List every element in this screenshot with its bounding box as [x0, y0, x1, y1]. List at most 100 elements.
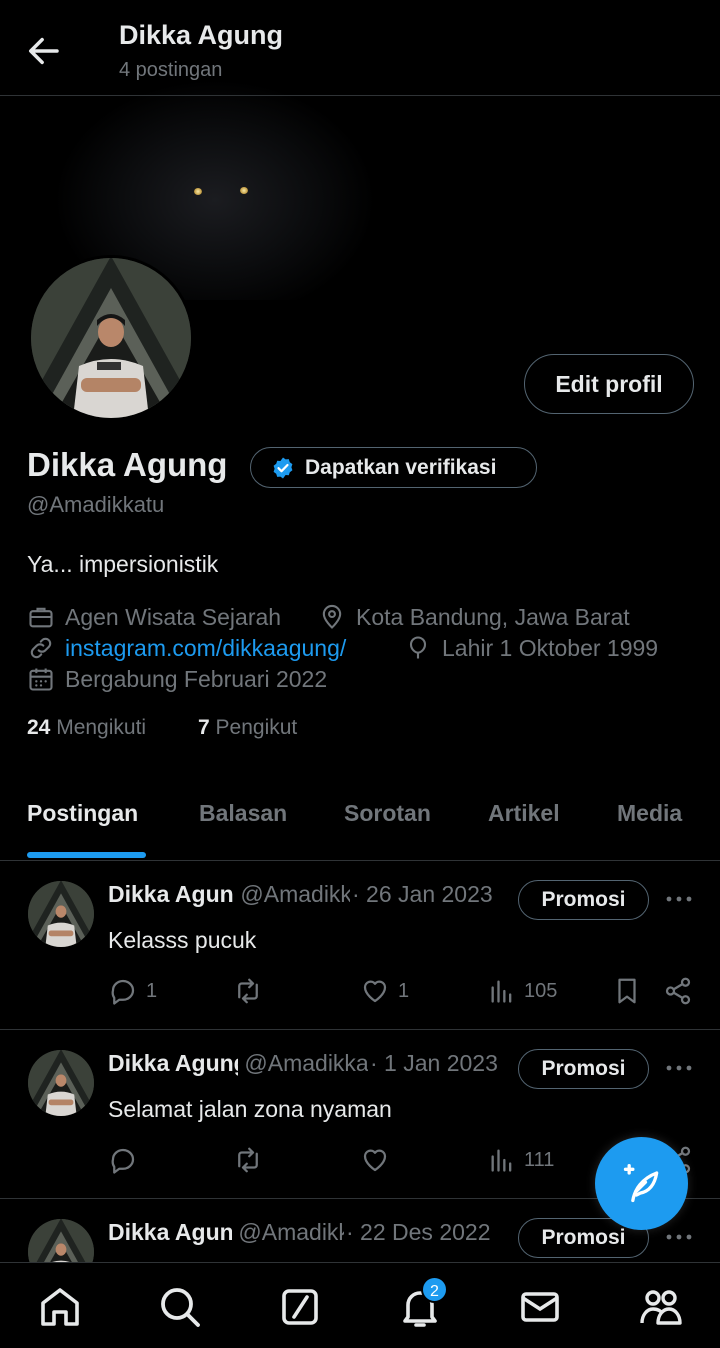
birthday-text: Lahir 1 Oktober 1999 [442, 634, 659, 661]
profile-joined: Bergabung Februari 2022 [27, 665, 327, 693]
post-item[interactable]: Dikka Agung @Amadikkatu · 26 Jan 2023 Pr… [0, 861, 720, 1030]
arrow-left-icon [29, 37, 59, 65]
profile-birthday: Lahir 1 Oktober 1999 [404, 634, 658, 662]
back-button[interactable] [22, 30, 64, 72]
reply-button[interactable] [108, 1145, 146, 1175]
tab-replies[interactable]: Balasan [199, 800, 287, 827]
following-label: Mengikuti [56, 716, 147, 739]
compose-feather-icon [623, 1163, 658, 1202]
repost-button[interactable] [232, 1145, 272, 1175]
views-button[interactable]: 105 [488, 976, 557, 1006]
nav-grok[interactable] [276, 1283, 324, 1331]
more-dots-icon [666, 1065, 692, 1071]
location-text: Kota Bandung, Jawa Barat [356, 603, 630, 630]
followers-label: Pengikut [215, 716, 298, 739]
location-pin-icon [322, 604, 342, 629]
edit-profile-button[interactable]: Edit profil [524, 354, 694, 414]
profile-website[interactable]: instagram.com/dikkaagung/ [27, 634, 346, 662]
profile-name: Dikka Agung [27, 446, 228, 483]
more-options-button[interactable] [664, 1225, 694, 1249]
profile-handle: @Amadikkatu [27, 492, 165, 517]
post-author-handle: @Amadikkatu [244, 1050, 388, 1076]
nav-messages[interactable] [516, 1283, 564, 1331]
notifications-badge: 2 [421, 1276, 448, 1303]
bottom-navigation [0, 1262, 720, 1348]
verified-badge-icon [273, 457, 293, 478]
more-dots-icon [666, 1234, 692, 1240]
nav-home[interactable] [36, 1283, 84, 1331]
post-avatar[interactable] [28, 881, 94, 947]
tab-media[interactable]: Media [617, 800, 682, 827]
grok-icon [282, 1289, 318, 1325]
reply-count: 1 [146, 979, 158, 1002]
promote-button[interactable]: Promosi [518, 1049, 649, 1089]
website-link[interactable]: instagram.com/dikkaagung/ [65, 635, 346, 662]
communities-icon [640, 1290, 682, 1325]
views-button[interactable]: 111 [488, 1145, 554, 1175]
following-count: 24 [27, 716, 51, 739]
tab-articles[interactable]: Artikel [488, 800, 560, 827]
post-date: · 22 Des 2022 [344, 1219, 491, 1246]
more-options-button[interactable] [664, 887, 694, 911]
share-icon [665, 977, 691, 1005]
repost-icon [238, 978, 258, 1004]
wolf-eye-right [240, 187, 248, 194]
heart-icon [363, 980, 387, 1003]
like-count: 1 [398, 979, 410, 1002]
nav-communities[interactable] [637, 1283, 685, 1331]
post-avatar[interactable] [28, 1219, 94, 1262]
repost-button[interactable] [232, 976, 272, 1006]
views-count: 105 [524, 979, 558, 1002]
reply-button[interactable]: 1 [108, 976, 157, 1006]
promote-button[interactable]: Promosi [518, 880, 649, 920]
following-link[interactable]: 24 Mengikuti [27, 716, 146, 740]
profile-tabs: Postingan Balasan Sorotan Artikel Media [0, 780, 720, 861]
calendar-icon [29, 668, 53, 691]
followers-link[interactable]: 7 Pengikut [198, 716, 297, 740]
like-button[interactable] [360, 1145, 398, 1175]
post-date: · 26 Jan 2023 [350, 881, 493, 908]
more-options-button[interactable] [664, 1056, 694, 1080]
home-icon [41, 1288, 79, 1326]
views-count: 111 [524, 1148, 555, 1171]
tab-highlights[interactable]: Sorotan [344, 800, 431, 827]
joined-text: Bergabung Februari 2022 [65, 665, 328, 692]
active-tab-indicator [27, 852, 146, 858]
top-bar: Dikka Agung 4 postingan [0, 0, 720, 96]
nav-search[interactable] [156, 1283, 204, 1331]
search-icon [161, 1288, 200, 1327]
post-text: Kelasss pucuk [108, 927, 257, 953]
profile-avatar[interactable] [28, 255, 194, 421]
compose-post-button[interactable] [595, 1137, 688, 1230]
reply-icon [111, 1148, 135, 1174]
post-author-name: Dikka Agung [108, 1219, 232, 1245]
heart-icon [363, 1149, 387, 1172]
bookmark-button[interactable] [612, 976, 642, 1006]
more-dots-icon [666, 896, 692, 902]
tab-posts[interactable]: Postingan [27, 800, 138, 827]
post-avatar[interactable] [28, 1050, 94, 1116]
briefcase-icon [29, 607, 53, 628]
like-button[interactable]: 1 [360, 976, 409, 1006]
wolf-eye-left [194, 188, 202, 195]
reply-icon [111, 979, 135, 1005]
views-chart-icon [491, 980, 512, 1003]
profile-bio: Ya... impersionistik [27, 551, 219, 577]
share-button[interactable] [663, 976, 693, 1006]
post-text: Selamat jalan zona nyaman [108, 1096, 392, 1122]
repost-icon [238, 1147, 258, 1173]
get-verified-button[interactable]: Dapatkan verifikasi [250, 447, 537, 488]
link-icon [30, 637, 52, 659]
profile-location: Kota Bandung, Jawa Barat [318, 603, 630, 631]
post-author-name: Dikka Agung [108, 881, 234, 907]
balloon-icon [409, 636, 427, 659]
job-text: Agen Wisata Sejarah [65, 603, 282, 630]
get-verified-label: Dapatkan verifikasi [305, 455, 497, 479]
header-post-count: 4 postingan [119, 59, 223, 81]
post-actions: 1 1 105 [108, 976, 698, 1012]
profile-job: Agen Wisata Sejarah [27, 603, 281, 631]
mail-icon [521, 1292, 559, 1322]
views-chart-icon [491, 1149, 512, 1172]
header-title: Dikka Agung [119, 20, 284, 50]
post-author-name: Dikka Agung [108, 1050, 238, 1076]
